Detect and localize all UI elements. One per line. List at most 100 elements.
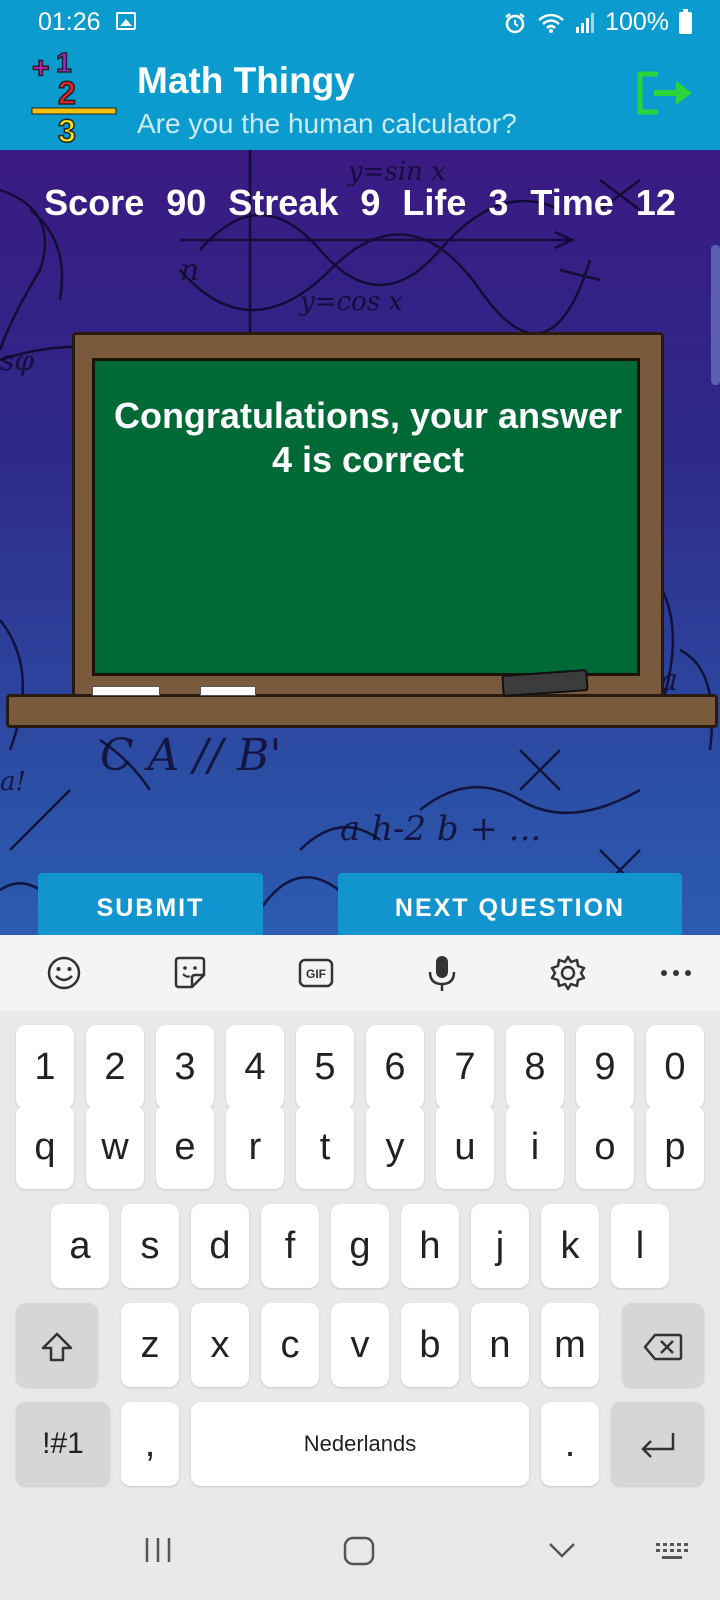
enter-icon [640, 1432, 674, 1458]
signal-icon [576, 12, 595, 33]
home-icon[interactable] [342, 1535, 376, 1567]
key-m[interactable]: m [541, 1303, 599, 1387]
keyboard-toolbar: GIF [0, 935, 720, 1011]
back-icon[interactable] [546, 1535, 578, 1565]
key-h[interactable]: h [401, 1204, 459, 1288]
chalk-stick [92, 686, 160, 696]
svg-text:a h-2 b + ...: a h-2 b + ... [340, 809, 541, 849]
alarm-icon [505, 12, 525, 33]
key-j[interactable]: j [471, 1204, 529, 1288]
sticker-icon[interactable] [170, 953, 210, 993]
submit-button[interactable]: SUBMIT [38, 873, 263, 935]
image-icon [116, 12, 136, 30]
key-7[interactable]: 7 [436, 1025, 494, 1109]
life-value: 3 [488, 182, 509, 223]
key-s[interactable]: s [121, 1204, 179, 1288]
key-x[interactable]: x [191, 1303, 249, 1387]
keyboard-switch-icon[interactable] [654, 1535, 692, 1565]
key-w[interactable]: w [86, 1105, 144, 1189]
key-b[interactable]: b [401, 1303, 459, 1387]
key-p[interactable]: p [646, 1105, 704, 1189]
score-bar: Score 90 Streak 9 Life 3 Time 12 [0, 182, 720, 224]
svg-text:+: + [32, 52, 50, 85]
key-q[interactable]: q [16, 1105, 74, 1189]
battery-percent: 100% [605, 8, 669, 36]
chalkboard-shelf [6, 694, 718, 728]
key-2[interactable]: 2 [86, 1025, 144, 1109]
key-9[interactable]: 9 [576, 1025, 634, 1109]
time-label: Time [530, 182, 614, 223]
symbols-key[interactable]: !#1 [16, 1402, 110, 1486]
key-d[interactable]: d [191, 1204, 249, 1288]
key-e[interactable]: e [156, 1105, 214, 1189]
status-time: 01:26 [38, 8, 101, 36]
key-f[interactable]: f [261, 1204, 319, 1288]
next-question-button[interactable]: NEXT QUESTION [338, 873, 682, 935]
chalk-stick [200, 686, 256, 696]
settings-icon[interactable] [548, 953, 588, 993]
time-value: 12 [635, 182, 676, 223]
svg-text:n: n [180, 253, 199, 288]
exit-icon[interactable] [636, 68, 698, 118]
svg-text:GIF: GIF [306, 967, 326, 981]
score-value: 90 [166, 182, 207, 223]
key-4[interactable]: 4 [226, 1025, 284, 1109]
key-3[interactable]: 3 [156, 1025, 214, 1109]
more-icon[interactable] [656, 953, 696, 993]
app-title: Math Thingy [137, 60, 355, 101]
streak-value: 9 [360, 182, 381, 223]
key-k[interactable]: k [541, 1204, 599, 1288]
app-bar: + 1 2 3 Math Thingy Are you the human ca… [0, 46, 720, 150]
microphone-icon[interactable] [422, 953, 462, 993]
comma-key[interactable]: , [121, 1402, 179, 1486]
app-subtitle: Are you the human calculator? [137, 108, 517, 139]
key-8[interactable]: 8 [506, 1025, 564, 1109]
key-6[interactable]: 6 [366, 1025, 424, 1109]
streak-label: Streak [228, 182, 339, 223]
key-1[interactable]: 1 [16, 1025, 74, 1109]
navigation-bar [0, 1511, 720, 1600]
result-message: Congratulations, your answer 4 is correc… [100, 394, 636, 482]
status-bar: 01:26 100% [0, 0, 720, 46]
key-l[interactable]: l [611, 1204, 669, 1288]
key-n[interactable]: n [471, 1303, 529, 1387]
emoji-icon[interactable] [44, 953, 84, 993]
period-key[interactable]: . [541, 1402, 599, 1486]
wifi-icon [538, 13, 564, 33]
gif-icon[interactable]: GIF [296, 953, 336, 993]
key-y[interactable]: y [366, 1105, 424, 1189]
shift-icon [41, 1332, 73, 1362]
enter-key[interactable] [611, 1402, 704, 1486]
svg-text:3: 3 [58, 113, 76, 146]
svg-text:y=cos x: y=cos x [299, 287, 403, 317]
backspace-icon [643, 1333, 683, 1361]
key-c[interactable]: c [261, 1303, 319, 1387]
svg-text:a!: a! [0, 767, 26, 797]
life-label: Life [402, 182, 467, 223]
svg-text:2: 2 [58, 75, 76, 111]
keyboard: 1 2 3 4 5 6 7 8 9 0 q w e r t y u i o p … [0, 1011, 720, 1511]
chalkboard: Congratulations, your answer 4 is correc… [0, 330, 720, 750]
battery-icon [679, 8, 692, 34]
backspace-key[interactable] [622, 1303, 704, 1387]
game-area: y=sin x y=cos x n sφ C A // B' a h-2 b +… [0, 150, 720, 935]
key-o[interactable]: o [576, 1105, 634, 1189]
space-key[interactable]: Nederlands [191, 1402, 529, 1486]
key-u[interactable]: u [436, 1105, 494, 1189]
result-message-line1: Congratulations, your answer [113, 395, 623, 436]
svg-text:1: 1 [56, 47, 72, 78]
shift-key[interactable] [16, 1303, 98, 1387]
key-z[interactable]: z [121, 1303, 179, 1387]
key-r[interactable]: r [226, 1105, 284, 1189]
key-i[interactable]: i [506, 1105, 564, 1189]
math-logo-icon: + 1 2 3 [31, 46, 117, 146]
key-t[interactable]: t [296, 1105, 354, 1189]
key-g[interactable]: g [331, 1204, 389, 1288]
key-v[interactable]: v [331, 1303, 389, 1387]
key-5[interactable]: 5 [296, 1025, 354, 1109]
score-label: Score [44, 182, 145, 223]
result-message-line2: 4 is correct [271, 439, 465, 480]
key-a[interactable]: a [51, 1204, 109, 1288]
key-0[interactable]: 0 [646, 1025, 704, 1109]
recents-icon[interactable] [142, 1535, 174, 1565]
